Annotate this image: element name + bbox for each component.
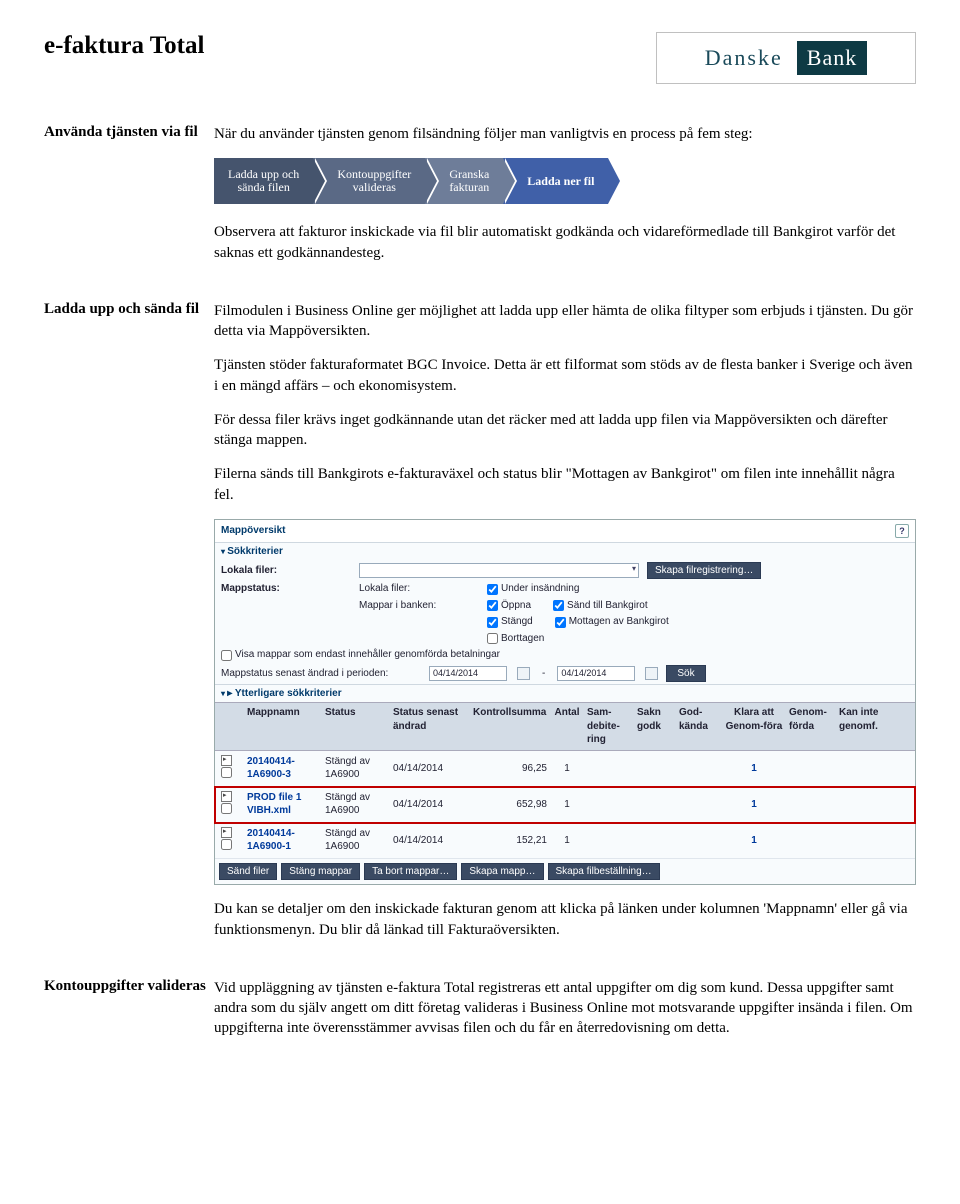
- th-klar: Klara att Genom-föra: [721, 706, 787, 747]
- th-date: Status senast ändrad: [391, 706, 471, 747]
- calendar-icon[interactable]: [645, 667, 658, 680]
- lokal-filer-label: Lokala filer:: [221, 564, 351, 578]
- th-mappnamn: Mappnamn: [245, 706, 323, 747]
- senast-andrad-label: Mappstatus senast ändrad i perioden:: [221, 667, 421, 681]
- expand-icon[interactable]: [221, 827, 232, 838]
- th-kan: Kan inte genomf.: [837, 706, 887, 747]
- mappnamn-link[interactable]: 20140414-1A6900-3: [245, 755, 323, 782]
- section1-p1: Observera att fakturor inskickade via fi…: [214, 222, 916, 263]
- sok-button[interactable]: Sök: [666, 665, 705, 683]
- section1-label: Använda tjänsten via fil: [44, 124, 214, 277]
- help-icon[interactable]: ?: [895, 524, 909, 538]
- page-title: e-faktura Total: [44, 32, 204, 60]
- table-footer-buttons: Sänd filer Stäng mappar Ta bort mappar… …: [215, 859, 915, 885]
- date-from-input[interactable]: 04/14/2014: [429, 666, 507, 681]
- bank-logo: Danske Bank: [656, 32, 916, 84]
- expand-icon[interactable]: [221, 755, 232, 766]
- mappnamn-link[interactable]: PROD file 1 VIBH.xml: [245, 791, 323, 818]
- date-to-input[interactable]: 04/14/2014: [557, 666, 635, 681]
- ta-bort-mappar-button[interactable]: Ta bort mappar…: [364, 863, 457, 881]
- calendar-icon[interactable]: [517, 667, 530, 680]
- sand-filer-button[interactable]: Sänd filer: [219, 863, 277, 881]
- date-sep: -: [538, 667, 549, 681]
- th-kontrollsumma: Kontrollsumma: [471, 706, 549, 747]
- shot-title: Mappöversikt: [221, 524, 285, 538]
- th-status: Status: [323, 706, 391, 747]
- th-antal: Antal: [549, 706, 585, 747]
- lokal-filer-dropdown[interactable]: ▾: [359, 563, 639, 578]
- mappnamn-link[interactable]: 20140414-1A6900-1: [245, 827, 323, 854]
- th-sakn: Sakn godk: [635, 706, 677, 747]
- cb-oppna[interactable]: Öppna: [487, 599, 531, 613]
- ytterligare-sokkriterier[interactable]: ▸ Ytterligare sökkriterier: [215, 684, 915, 703]
- th-gen: Genom-förda: [787, 706, 837, 747]
- step-4: Ladda ner fil: [503, 158, 608, 204]
- section2-p1: Filmodulen i Business Online ger möjligh…: [214, 301, 916, 342]
- process-steps: Ladda upp och sända filen Kontouppgifter…: [214, 158, 916, 204]
- skapa-filbestallning-button[interactable]: Skapa filbeställning…: [548, 863, 660, 881]
- logo-brand-box: Bank: [797, 41, 867, 75]
- th-god: God-kända: [677, 706, 721, 747]
- mappar-i-banken-label: Mappar i banken:: [359, 599, 479, 613]
- expand-icon[interactable]: [221, 791, 232, 802]
- table-row: 20140414-1A6900-1 Stängd av 1A6900 04/14…: [215, 823, 915, 859]
- table-row-highlighted: PROD file 1 VIBH.xml Stängd av 1A6900 04…: [215, 787, 915, 823]
- section3-p1: Vid uppläggning av tjänsten e-faktura To…: [214, 978, 916, 1039]
- table-header: Mappnamn Status Status senast ändrad Kon…: [215, 702, 915, 751]
- row-checkbox[interactable]: [221, 839, 232, 850]
- section1-intro: När du använder tjänsten genom filsändni…: [214, 124, 916, 144]
- cb-under-insandning[interactable]: Under insändning: [487, 582, 579, 596]
- section3-label: Kontouppgifter valideras: [44, 978, 214, 1053]
- lokala-filer-sublabel: Lokala filer:: [359, 582, 479, 596]
- cb-visa-endast[interactable]: Visa mappar som endast innehåller genomf…: [221, 648, 500, 662]
- mapoversikt-screenshot: Mappöversikt ? Sökkriterier Lokala filer…: [214, 519, 916, 886]
- section2-p3: För dessa filer krävs inget godkännande …: [214, 410, 916, 451]
- section2-p4: Filerna sänds till Bankgirots e-fakturav…: [214, 464, 916, 505]
- section2-p2: Tjänsten stöder fakturaformatet BGC Invo…: [214, 355, 916, 396]
- step-1: Ladda upp och sända filen: [214, 158, 313, 204]
- th-sam: Sam-debite-ring: [585, 706, 635, 747]
- cb-sand-bankgirot[interactable]: Sänd till Bankgirot: [553, 599, 648, 613]
- stang-mappar-button[interactable]: Stäng mappar: [281, 863, 360, 881]
- cb-borttagen[interactable]: Borttagen: [487, 632, 544, 646]
- mappstatus-label: Mappstatus:: [221, 582, 351, 596]
- section2-label: Ladda upp och sända fil: [44, 301, 214, 954]
- step-2: Kontouppgifter valideras: [313, 158, 425, 204]
- cb-mottagen[interactable]: Mottagen av Bankgirot: [555, 615, 669, 629]
- cb-stangd[interactable]: Stängd: [487, 615, 533, 629]
- skapa-filregistrering-button[interactable]: Skapa filregistrering…: [647, 562, 761, 580]
- row-checkbox[interactable]: [221, 803, 232, 814]
- skapa-mapp-button[interactable]: Skapa mapp…: [461, 863, 543, 881]
- logo-brand-text: Danske: [705, 45, 783, 71]
- shot-sokkriterier[interactable]: Sökkriterier: [215, 543, 915, 561]
- section2-after: Du kan se detaljer om den inskickade fak…: [214, 899, 916, 940]
- cb-under-input[interactable]: [487, 584, 498, 595]
- row-checkbox[interactable]: [221, 767, 232, 778]
- table-row: 20140414-1A6900-3 Stängd av 1A6900 04/14…: [215, 751, 915, 787]
